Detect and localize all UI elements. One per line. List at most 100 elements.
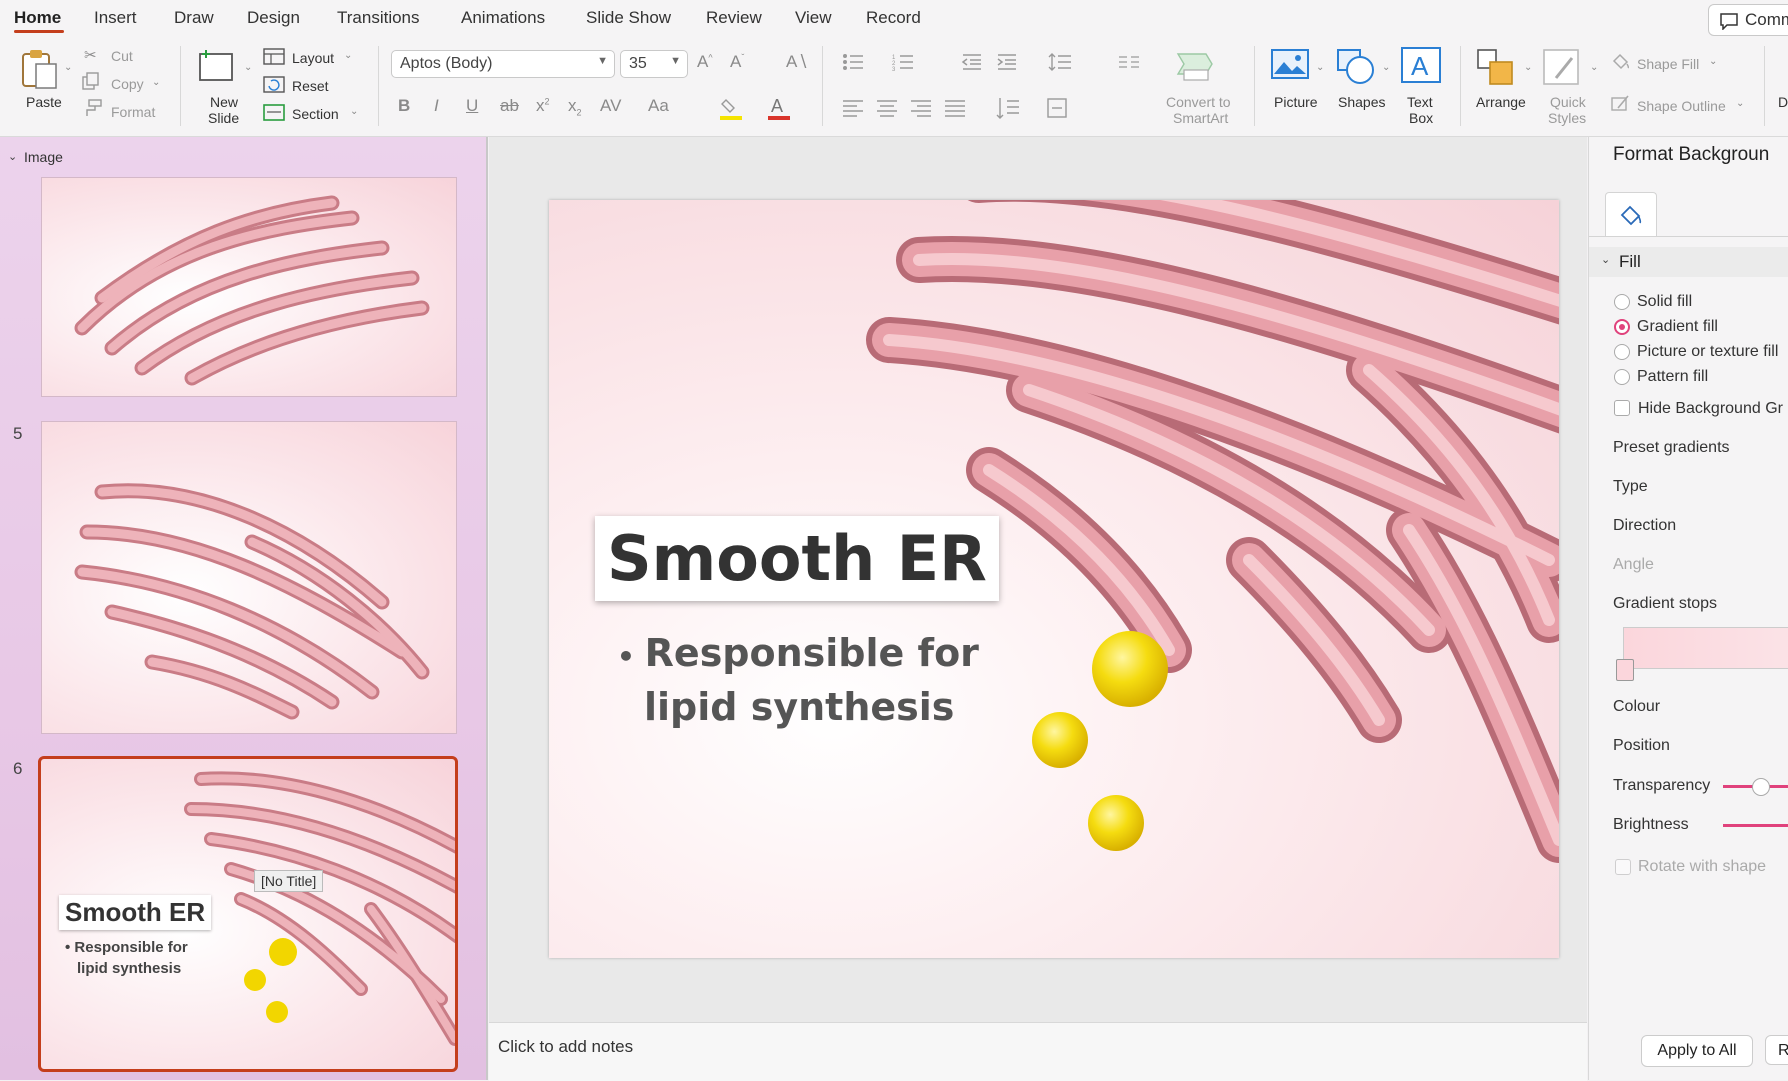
tab-transitions[interactable]: Transitions bbox=[337, 8, 420, 28]
section-header-label[interactable]: Image bbox=[24, 149, 63, 165]
gradient-stops-bar[interactable] bbox=[1623, 627, 1788, 669]
picture-label[interactable]: Picture bbox=[1274, 94, 1318, 110]
quick-styles-icon[interactable] bbox=[1542, 48, 1584, 88]
tab-record[interactable]: Record bbox=[866, 8, 921, 28]
apply-to-all-button[interactable]: Apply to All bbox=[1641, 1035, 1753, 1067]
quick-styles-chevron-icon[interactable]: ⌄ bbox=[1590, 62, 1598, 73]
paste-icon[interactable] bbox=[20, 48, 62, 92]
tab-home[interactable]: Home bbox=[14, 8, 61, 28]
comments-button[interactable]: Comm bbox=[1708, 4, 1788, 36]
new-slide-label-line1[interactable]: New bbox=[210, 94, 238, 110]
shape-outline-chevron-icon[interactable]: ⌄ bbox=[1736, 98, 1744, 109]
solid-fill-radio[interactable] bbox=[1614, 294, 1630, 310]
section-label[interactable]: Section bbox=[292, 106, 339, 122]
fill-tab[interactable] bbox=[1605, 192, 1657, 237]
tab-insert[interactable]: Insert bbox=[94, 8, 137, 28]
picture-fill-radio[interactable] bbox=[1614, 344, 1630, 360]
font-size-combo[interactable]: 35 ▼ bbox=[620, 50, 688, 78]
shapes-label[interactable]: Shapes bbox=[1338, 94, 1385, 110]
strikethrough-icon[interactable]: ab bbox=[500, 96, 519, 116]
shape-fill-label[interactable]: Shape Fill bbox=[1637, 56, 1699, 72]
cut-label[interactable]: Cut bbox=[111, 48, 133, 64]
panel-divider[interactable] bbox=[486, 137, 488, 1080]
reset-icon[interactable] bbox=[263, 76, 285, 94]
arrange-label[interactable]: Arrange bbox=[1476, 94, 1526, 110]
tab-design[interactable]: Design bbox=[247, 8, 300, 28]
fill-section-header[interactable]: ⌄ Fill bbox=[1589, 247, 1788, 277]
character-spacing-icon[interactable]: AV bbox=[600, 96, 621, 116]
quick-styles-label-line2[interactable]: Styles bbox=[1548, 110, 1586, 126]
tab-animations[interactable]: Animations bbox=[461, 8, 545, 28]
superscript-icon[interactable]: x2 bbox=[536, 96, 550, 116]
format-label[interactable]: Format bbox=[111, 104, 155, 120]
line-spacing-icon[interactable] bbox=[1048, 52, 1072, 72]
picture-chevron-icon[interactable]: ⌄ bbox=[1316, 62, 1324, 73]
shape-outline-label[interactable]: Shape Outline bbox=[1637, 98, 1726, 114]
slide-thumbnail-5[interactable] bbox=[41, 421, 457, 734]
format-painter-icon[interactable] bbox=[81, 98, 103, 118]
shapes-icon[interactable] bbox=[1334, 46, 1376, 86]
solid-fill-label[interactable]: Solid fill bbox=[1637, 293, 1692, 311]
tab-draw[interactable]: Draw bbox=[174, 8, 214, 28]
layout-chevron-icon[interactable]: ⌄ bbox=[344, 50, 352, 61]
shapes-chevron-icon[interactable]: ⌄ bbox=[1382, 62, 1390, 73]
increase-indent-icon[interactable] bbox=[996, 52, 1018, 72]
hide-background-checkbox[interactable] bbox=[1614, 400, 1630, 416]
copy-label[interactable]: Copy bbox=[111, 76, 144, 92]
justify-icon[interactable] bbox=[944, 98, 966, 118]
pattern-fill-label[interactable]: Pattern fill bbox=[1637, 368, 1708, 386]
gradient-fill-radio[interactable] bbox=[1614, 319, 1630, 335]
reset-label[interactable]: Reset bbox=[292, 78, 329, 94]
tab-slide-show[interactable]: Slide Show bbox=[586, 8, 671, 28]
transparency-slider-thumb[interactable] bbox=[1752, 778, 1770, 796]
brightness-slider-track[interactable] bbox=[1723, 824, 1788, 827]
bullets-icon[interactable] bbox=[842, 52, 864, 72]
layout-label[interactable]: Layout bbox=[292, 50, 334, 66]
text-box-label-line1[interactable]: Text bbox=[1407, 94, 1433, 110]
text-direction-icon[interactable] bbox=[996, 96, 1022, 120]
reset-background-button[interactable]: R bbox=[1765, 1035, 1788, 1065]
paste-label[interactable]: Paste bbox=[26, 94, 62, 110]
hide-background-label[interactable]: Hide Background Gr bbox=[1638, 400, 1783, 418]
arrange-chevron-icon[interactable]: ⌄ bbox=[1524, 62, 1532, 73]
font-color-icon[interactable]: A bbox=[766, 94, 792, 122]
clear-formatting-icon[interactable]: A∖ bbox=[786, 52, 808, 72]
new-slide-icon[interactable] bbox=[196, 48, 236, 86]
convert-smartart-label-line1[interactable]: Convert to bbox=[1166, 94, 1231, 110]
highlight-icon[interactable] bbox=[718, 96, 744, 122]
change-case-icon[interactable]: Aa bbox=[648, 96, 669, 116]
section-icon[interactable] bbox=[263, 104, 285, 122]
shape-fill-chevron-icon[interactable]: ⌄ bbox=[1709, 56, 1717, 67]
slide-canvas[interactable]: Smooth ER • Responsible for lipid synthe… bbox=[549, 200, 1559, 958]
font-name-combo[interactable]: Aptos (Body) ▼ bbox=[391, 50, 615, 78]
new-slide-chevron-icon[interactable]: ⌄ bbox=[244, 62, 252, 73]
gradient-fill-label[interactable]: Gradient fill bbox=[1637, 318, 1718, 336]
layout-icon[interactable] bbox=[263, 48, 285, 66]
slide-thumbnail-4[interactable] bbox=[41, 177, 457, 397]
slide-thumbnail-6-selected[interactable]: Smooth ER • Responsible for lipid synthe… bbox=[38, 756, 458, 1072]
convert-smartart-icon[interactable] bbox=[1172, 50, 1216, 82]
increase-font-icon[interactable]: A^ bbox=[697, 52, 713, 72]
decrease-font-icon[interactable]: Aˇ bbox=[730, 52, 744, 72]
copy-icon[interactable] bbox=[81, 72, 101, 92]
rotate-with-shape-checkbox[interactable] bbox=[1615, 859, 1631, 875]
decrease-indent-icon[interactable] bbox=[961, 52, 983, 72]
slide-thumbnail-panel[interactable]: ⌄ Image 5 6 Smooth ER • Responsible for … bbox=[0, 137, 486, 1080]
paste-chevron-icon[interactable]: ⌄ bbox=[64, 62, 72, 73]
picture-fill-label[interactable]: Picture or texture fill bbox=[1637, 343, 1778, 361]
copy-chevron-icon[interactable]: ⌄ bbox=[152, 77, 160, 88]
slide-bullet[interactable]: • Responsible for lipid synthesis bbox=[617, 628, 979, 732]
align-right-icon[interactable] bbox=[910, 98, 932, 118]
italic-icon[interactable]: I bbox=[434, 96, 439, 116]
columns-icon[interactable] bbox=[1118, 54, 1140, 70]
align-left-icon[interactable] bbox=[842, 98, 864, 118]
pattern-fill-radio[interactable] bbox=[1614, 369, 1630, 385]
gradient-stop-handle[interactable] bbox=[1616, 659, 1634, 681]
underline-icon[interactable]: U bbox=[466, 96, 478, 116]
arrange-icon[interactable] bbox=[1476, 48, 1516, 86]
tab-view[interactable]: View bbox=[795, 8, 832, 28]
notes-pane[interactable]: Click to add notes bbox=[489, 1022, 1587, 1081]
tab-review[interactable]: Review bbox=[706, 8, 762, 28]
pen-icon[interactable] bbox=[1610, 94, 1630, 114]
text-box-icon[interactable]: A bbox=[1400, 46, 1442, 84]
